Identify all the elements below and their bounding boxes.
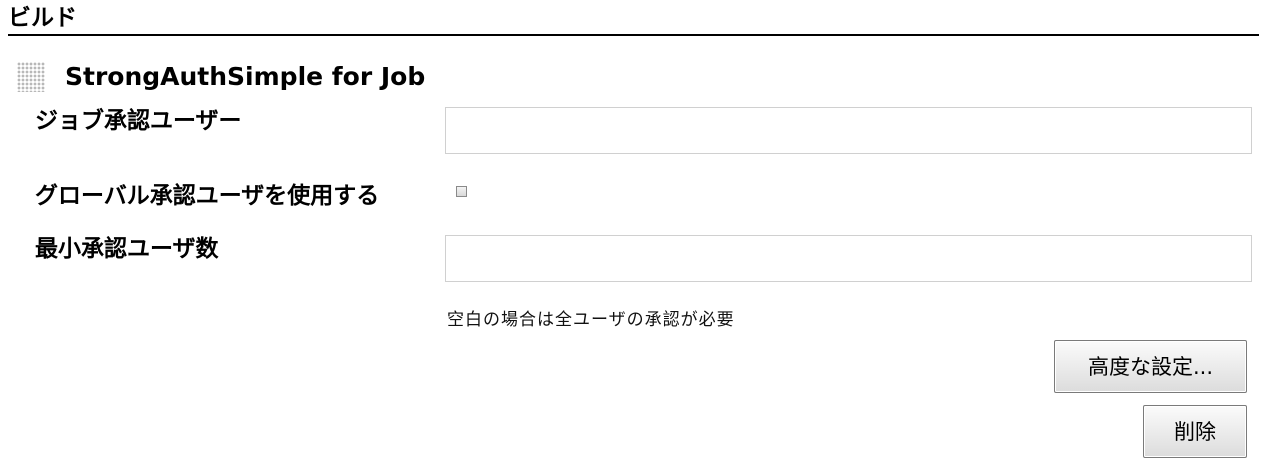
global-approver-checkbox[interactable] — [456, 186, 467, 197]
job-approver-input[interactable] — [445, 107, 1252, 154]
section-header: ビルド — [8, 4, 1259, 36]
step-title: StrongAuthSimple for Job — [65, 62, 426, 91]
section-title: ビルド — [8, 5, 77, 31]
drag-handle-icon[interactable] — [17, 62, 45, 92]
job-approver-label: ジョブ承認ユーザー — [35, 108, 242, 134]
min-approvers-help: 空白の場合は全ユーザの承認が必要 — [447, 310, 735, 330]
min-approvers-input[interactable] — [445, 235, 1252, 282]
advanced-settings-button[interactable]: 高度な設定... — [1054, 340, 1247, 393]
delete-button[interactable]: 削除 — [1143, 405, 1247, 458]
min-approvers-label: 最小承認ユーザ数 — [35, 236, 219, 262]
global-approver-label: グローバル承認ユーザを使用する — [35, 183, 380, 209]
